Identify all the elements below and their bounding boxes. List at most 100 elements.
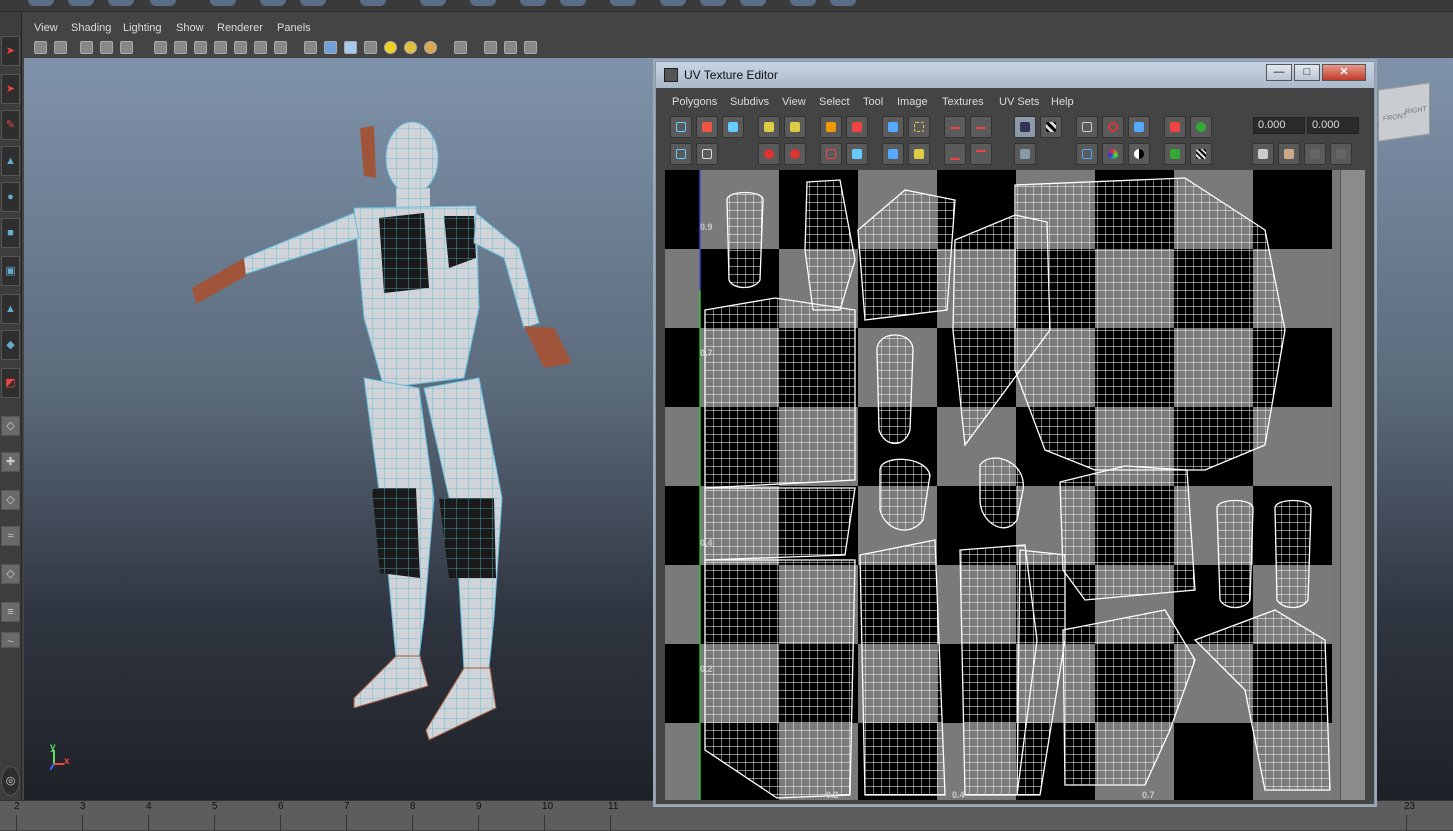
uv-menu-tool[interactable]: Tool [863,96,883,108]
image-ratio-icon[interactable] [1190,143,1212,165]
isolate-select-icon[interactable] [454,41,467,54]
rotate-tool-icon[interactable]: ● [1,182,20,212]
show-manip-icon[interactable]: ◆ [1,330,20,360]
shelf-icon[interactable] [360,0,386,6]
uv-smudge-icon[interactable] [722,116,744,138]
uv-lattice-icon[interactable] [670,116,692,138]
text-icon[interactable] [274,41,287,54]
film-gate-icon[interactable] [154,41,167,54]
relax-uv-icon[interactable] [908,143,930,165]
align-max-v-icon[interactable] [970,143,992,165]
maximize-button[interactable]: □ [1294,64,1320,81]
shelf-icon[interactable] [740,0,766,6]
shelf-icon[interactable] [150,0,176,6]
viewport-menu-lighting[interactable]: Lighting [123,22,162,34]
shelf-icon[interactable] [830,0,856,6]
shelf-icon[interactable] [660,0,686,6]
shelf-icon[interactable] [610,0,636,6]
wireframe-on-shaded-icon[interactable] [344,41,357,54]
smooth-shade-icon[interactable] [324,41,337,54]
resolution-gate-icon[interactable] [174,41,187,54]
viewport-menu-renderer[interactable]: Renderer [217,22,263,34]
uv-vertical-scrollbar[interactable] [1340,170,1365,800]
character-model[interactable] [24,58,664,800]
viewport-menu-view[interactable]: View [34,22,58,34]
layout-single-icon[interactable]: ◇ [1,416,20,436]
gate-mask-icon[interactable] [194,41,207,54]
textured-icon[interactable] [364,41,377,54]
sew-uv-icon[interactable] [846,116,868,138]
safe-title-icon[interactable] [254,41,267,54]
viewport-menu-show[interactable]: Show [176,22,204,34]
wireframe-icon[interactable] [304,41,317,54]
u-coordinate-field[interactable]: 0.000 [1253,117,1305,134]
uv-menu-uv-sets[interactable]: UV Sets [999,96,1039,108]
image-plane-icon[interactable] [100,41,113,54]
minimize-button[interactable]: — [1266,64,1292,81]
dim-image-icon[interactable] [1014,143,1036,165]
script-editor-icon[interactable]: ◎ [1,766,20,796]
uv-menu-subdivs[interactable]: Subdivs [730,96,769,108]
align-min-u-icon[interactable] [944,116,966,138]
v-coordinate-field[interactable]: 0.000 [1307,117,1359,134]
shelf-icon[interactable] [560,0,586,6]
shelf-icon[interactable] [108,0,134,6]
rotate-cw-icon[interactable] [784,143,806,165]
uv-select-shell-icon[interactable] [696,143,718,165]
bookmark-icon[interactable] [80,41,93,54]
shelf-icon[interactable] [790,0,816,6]
paste-u-icon[interactable] [1304,143,1326,165]
layout-uv-icon[interactable] [882,116,904,138]
layout-persp-icon[interactable]: ◇ [1,564,20,584]
shelf-icon[interactable] [300,0,326,6]
alpha-channel-icon[interactable] [1128,143,1150,165]
scale-tool-icon[interactable]: ■ [1,218,20,248]
view-cube[interactable]: FRONT RIGHT [1378,82,1430,142]
soft-mod-icon[interactable]: ▲ [1,294,20,324]
uv-menu-image[interactable]: Image [897,96,928,108]
xray-components-icon[interactable] [524,41,537,54]
uv-menu-polygons[interactable]: Polygons [672,96,717,108]
xray-icon[interactable] [484,41,497,54]
toggle-grid-icon[interactable] [1076,116,1098,138]
lasso-tool-icon[interactable]: ➤ [1,74,20,104]
shelf-icon[interactable] [700,0,726,6]
last-tool-icon[interactable]: ◩ [1,368,20,398]
shelf-icon[interactable] [420,0,446,6]
unfold-uv-icon[interactable] [882,143,904,165]
texture-borders-icon[interactable] [1076,143,1098,165]
camera-attributes-icon[interactable] [54,41,67,54]
align-min-v-icon[interactable] [944,143,966,165]
uv-menu-textures[interactable]: Textures [942,96,984,108]
paint-tool-icon[interactable]: ✎ [1,110,20,140]
viewport-menu-panels[interactable]: Panels [277,22,311,34]
uv-canvas[interactable]: 0.9 0.7 0.4 0.2 0.2 0.4 0.7 [665,170,1365,800]
image-range-icon[interactable] [1164,116,1186,138]
field-chart-icon[interactable] [214,41,227,54]
safe-action-icon[interactable] [234,41,247,54]
layout-graph-icon[interactable]: ≈ [1,526,20,546]
select-tool-icon[interactable]: ➤ [1,36,20,66]
shelf-icon[interactable] [260,0,286,6]
uv-menu-help[interactable]: Help [1051,96,1074,108]
shadows-icon[interactable] [424,41,437,54]
shelf-icon[interactable] [210,0,236,6]
layout-misc-icon[interactable]: ~ [1,632,20,648]
layout-two-icon[interactable]: ◇ [1,490,20,510]
grid-uv-icon[interactable] [908,116,930,138]
shelf-icon[interactable] [470,0,496,6]
paste-uv-icon[interactable] [1278,143,1300,165]
uv-checker-layout[interactable] [665,170,1340,800]
paste-v-icon[interactable] [1330,143,1352,165]
select-camera-icon[interactable] [34,41,47,54]
flip-u-icon[interactable] [758,116,780,138]
update-psd-icon[interactable] [1164,143,1186,165]
uv-move-icon[interactable] [696,116,718,138]
snap-pixels-icon[interactable] [1102,116,1124,138]
cut-uv-icon[interactable] [820,116,842,138]
display-image-icon[interactable] [1014,116,1036,138]
align-max-u-icon[interactable] [970,116,992,138]
uv-menu-view[interactable]: View [782,96,806,108]
universal-manip-icon[interactable]: ▣ [1,256,20,286]
checker-icon[interactable] [1040,116,1062,138]
